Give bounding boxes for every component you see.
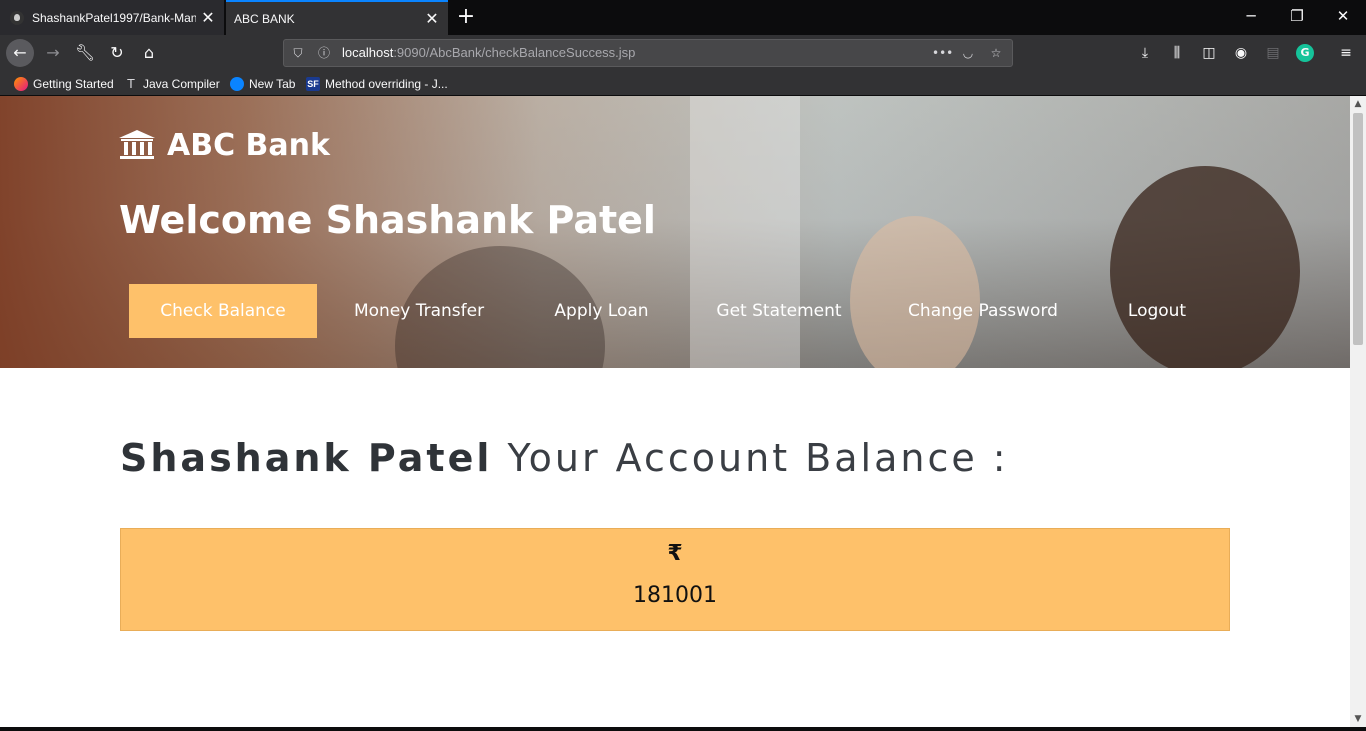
pocket-icon[interactable]: ◡ bbox=[960, 45, 976, 61]
tab-abc-bank[interactable]: ABC BANK ✕ bbox=[226, 0, 448, 35]
bank-icon bbox=[119, 129, 155, 159]
scroll-up-arrow-icon[interactable]: ▲ bbox=[1350, 96, 1366, 112]
bookmark-getting-started[interactable]: Getting Started bbox=[14, 71, 114, 96]
scroll-down-arrow-icon[interactable]: ▼ bbox=[1350, 711, 1366, 727]
hero-banner: ABC Bank Welcome Shashank Patel Check Ba… bbox=[0, 96, 1350, 368]
menu-check-balance[interactable]: Check Balance bbox=[129, 284, 317, 338]
reload-button[interactable]: ↻ bbox=[103, 39, 131, 67]
new-tab-button[interactable]: + bbox=[452, 0, 480, 35]
navigation-toolbar: ← → 🔧︎ ↻ ⌂ ⛉ ⓘ localhost:9090/AbcBank/ch… bbox=[0, 35, 1366, 71]
tab-title: ShashankPatel1997/Bank-Mana bbox=[32, 10, 196, 25]
bookmark-method-overriding[interactable]: SF Method overriding - J... bbox=[306, 71, 448, 96]
minimize-button[interactable]: ─ bbox=[1228, 0, 1274, 35]
tab-github[interactable]: ShashankPatel1997/Bank-Mana ✕ bbox=[0, 0, 225, 35]
taskbar-edge bbox=[0, 727, 1366, 731]
bookmark-label: Java Compiler bbox=[143, 76, 220, 91]
vertical-scrollbar[interactable]: ▲ ▼ bbox=[1350, 96, 1366, 727]
balance-box: ₹ 181001 bbox=[120, 528, 1230, 631]
url-path: :9090/AbcBank/checkBalanceSuccess.jsp bbox=[393, 45, 636, 60]
address-bar[interactable]: ⛉ ⓘ localhost:9090/AbcBank/checkBalanceS… bbox=[283, 39, 1013, 67]
rupee-icon: ₹ bbox=[667, 541, 683, 566]
sidebar-icon[interactable]: ◫ bbox=[1200, 44, 1218, 62]
more-actions-icon[interactable]: ••• bbox=[932, 45, 953, 61]
close-tab-icon[interactable]: ✕ bbox=[196, 8, 220, 27]
url-text[interactable]: localhost:9090/AbcBank/checkBalanceSucce… bbox=[342, 40, 635, 66]
menu-get-statement[interactable]: Get Statement bbox=[713, 284, 845, 338]
menu-icon[interactable]: ≡ bbox=[1337, 44, 1355, 62]
title-text: Your Account Balance : bbox=[507, 436, 1009, 480]
account-holder-name: Shashank Patel bbox=[120, 436, 493, 480]
scroll-thumb[interactable] bbox=[1353, 113, 1363, 345]
bookmark-label: Getting Started bbox=[33, 76, 114, 91]
bookmark-new-tab[interactable]: New Tab bbox=[230, 71, 295, 96]
restore-button[interactable]: ❐ bbox=[1274, 0, 1320, 35]
download-icon[interactable]: ⤓ bbox=[1136, 44, 1154, 62]
library-icon[interactable]: ⫼ bbox=[1168, 44, 1186, 62]
brand-name: ABC Bank bbox=[167, 128, 330, 163]
balance-amount: 181001 bbox=[633, 583, 717, 608]
welcome-heading: Welcome Shashank Patel bbox=[119, 198, 656, 242]
tab-strip: ShashankPatel1997/Bank-Mana ✕ ABC BANK ✕… bbox=[0, 0, 1366, 35]
bookmark-star-icon[interactable]: ☆ bbox=[988, 45, 1004, 61]
bookmark-java-compiler[interactable]: T Java Compiler bbox=[124, 71, 220, 96]
extension-icon[interactable]: ▤ bbox=[1264, 44, 1282, 62]
forward-button[interactable]: → bbox=[39, 39, 67, 67]
back-button[interactable]: ← bbox=[6, 39, 34, 67]
page-viewport: ABC Bank Welcome Shashank Patel Check Ba… bbox=[0, 96, 1350, 727]
close-window-button[interactable]: ✕ bbox=[1320, 0, 1366, 35]
brand-logo[interactable]: ABC Bank bbox=[119, 128, 330, 163]
github-icon bbox=[10, 10, 24, 25]
account-icon[interactable]: ◉ bbox=[1232, 44, 1250, 62]
text-cursor-icon: T bbox=[127, 75, 135, 91]
page-title: Shashank Patel Your Account Balance : bbox=[120, 436, 1009, 480]
firefox-icon bbox=[230, 76, 244, 91]
menu-apply-loan[interactable]: Apply Loan bbox=[549, 284, 654, 338]
bookmark-label: Method overriding - J... bbox=[325, 76, 448, 91]
tab-title: ABC BANK bbox=[234, 11, 295, 26]
close-tab-icon[interactable]: ✕ bbox=[420, 9, 444, 28]
grammarly-icon[interactable]: G bbox=[1296, 44, 1314, 62]
sf-icon: SF bbox=[306, 76, 320, 91]
menu-change-password[interactable]: Change Password bbox=[905, 284, 1061, 338]
url-host: localhost bbox=[342, 45, 394, 60]
home-button[interactable]: ⌂ bbox=[135, 39, 163, 67]
wrench-icon[interactable]: 🔧︎ bbox=[71, 39, 99, 67]
bookmark-label: New Tab bbox=[249, 76, 296, 91]
firefox-icon bbox=[14, 76, 28, 91]
menu-money-transfer[interactable]: Money Transfer bbox=[347, 284, 491, 338]
shield-icon[interactable]: ⛉ bbox=[290, 45, 306, 61]
bookmarks-toolbar: Getting Started T Java Compiler New Tab … bbox=[0, 71, 1366, 96]
info-icon[interactable]: ⓘ bbox=[316, 45, 332, 61]
menu-logout[interactable]: Logout bbox=[1123, 284, 1191, 338]
